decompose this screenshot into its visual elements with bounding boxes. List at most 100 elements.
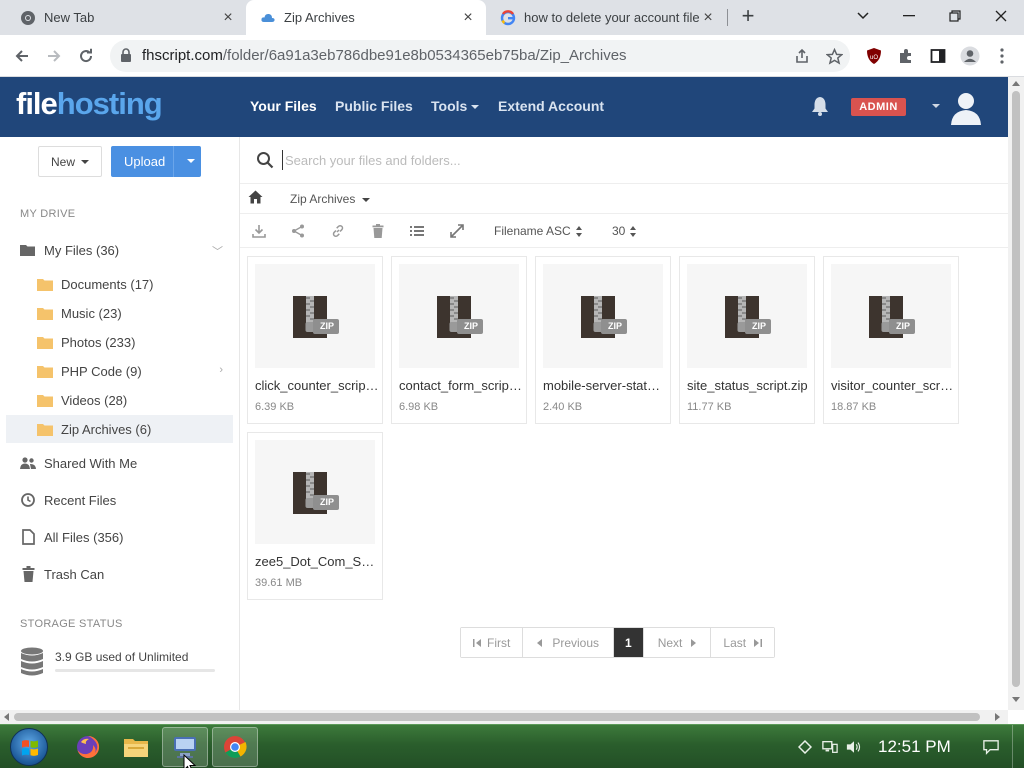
taskbar-file-explorer[interactable]	[113, 727, 159, 767]
file-card[interactable]: ZIP mobile-server-status.zip 2.40 KB	[535, 256, 671, 424]
start-button[interactable]	[10, 728, 48, 766]
upload-dropdown-chevron-icon[interactable]	[187, 159, 195, 163]
nav-your-files[interactable]: Your Files	[250, 98, 317, 114]
forward-button[interactable]	[42, 44, 66, 68]
horizontal-scrollbar[interactable]	[0, 710, 1008, 724]
user-menu-chevron-icon[interactable]	[932, 104, 940, 108]
horizontal-scroll-thumb[interactable]	[14, 713, 980, 721]
file-name[interactable]: visitor_counter_script.zip	[831, 378, 955, 393]
star-icon[interactable]	[824, 46, 844, 66]
volume-icon[interactable]	[846, 739, 862, 755]
network-icon[interactable]	[822, 739, 838, 755]
new-tab-button[interactable]: +	[737, 5, 759, 28]
avatar[interactable]	[950, 91, 982, 130]
site-logo[interactable]: filehosting	[16, 86, 163, 122]
tray-expand-icon[interactable]	[797, 739, 813, 755]
sidebar-item-my-files[interactable]: My Files (36) ﹀	[6, 236, 233, 264]
sidebar-item-documents[interactable]: Documents (17)	[6, 270, 233, 298]
sidebar-item-music[interactable]: Music (23)	[6, 299, 233, 327]
chevron-right-icon[interactable]: ›	[219, 364, 223, 376]
tab-search-chevron-icon[interactable]	[851, 5, 875, 27]
nav-public-files[interactable]: Public Files	[335, 98, 413, 114]
file-card[interactable]: ZIP click_counter_script.zip 6.39 KB	[247, 256, 383, 424]
sidebar-item-label: All Files (356)	[44, 529, 124, 545]
file-name[interactable]: site_status_script.zip	[687, 378, 811, 393]
minimize-button[interactable]	[897, 5, 921, 27]
restore-button[interactable]	[943, 5, 967, 27]
per-page-select[interactable]: 30	[612, 224, 637, 238]
sidebar-item-zip-archives[interactable]: Zip Archives (6)	[6, 415, 233, 443]
sidebar-item-shared-with-me[interactable]: Shared With Me	[6, 449, 233, 477]
scroll-left-arrow-icon[interactable]	[4, 713, 9, 721]
reload-button[interactable]	[74, 44, 98, 68]
fullscreen-icon[interactable]	[449, 223, 465, 239]
file-card[interactable]: ZIP site_status_script.zip 11.77 KB	[679, 256, 815, 424]
file-thumbnail[interactable]: ZIP	[255, 440, 375, 544]
sidebar-item-photos[interactable]: Photos (233)	[6, 328, 233, 356]
puzzle-icon[interactable]	[894, 44, 918, 68]
file-name[interactable]: mobile-server-status.zip	[543, 378, 667, 393]
scroll-right-arrow-icon[interactable]	[995, 713, 1000, 721]
share-icon[interactable]	[290, 223, 306, 239]
upload-button[interactable]: Upload	[111, 146, 201, 177]
close-icon[interactable]: ×	[700, 9, 716, 26]
browser-tab-bar: New Tab × Zip Archives × how to delete y…	[0, 0, 1024, 35]
close-icon[interactable]: ×	[460, 9, 476, 26]
show-desktop-button[interactable]	[1012, 725, 1024, 768]
tab-new-tab[interactable]: New Tab ×	[6, 0, 246, 35]
nav-extend-account[interactable]: Extend Account	[498, 98, 604, 114]
pager-next-button[interactable]: Next	[643, 628, 712, 657]
file-name[interactable]: zee5_Dot_Com_Script.zip	[255, 554, 379, 569]
address-bar[interactable]: fhscript.com/folder/6a91a3eb786dbe91e8b0…	[110, 40, 850, 72]
sidebar-item-recent-files[interactable]: Recent Files	[6, 486, 233, 514]
breadcrumb-current-folder[interactable]: Zip Archives	[290, 192, 371, 206]
pager-last-button[interactable]: Last	[711, 628, 775, 657]
file-name[interactable]: click_counter_script.zip	[255, 378, 379, 393]
nav-tools[interactable]: Tools	[431, 98, 480, 114]
taskbar-firefox[interactable]	[65, 727, 111, 767]
download-icon[interactable]	[251, 223, 267, 239]
tab-zip-archives[interactable]: Zip Archives ×	[246, 0, 486, 35]
pager-first-button[interactable]: First	[461, 628, 524, 657]
file-thumbnail[interactable]: ZIP	[687, 264, 807, 368]
tab-google-search[interactable]: how to delete your account file ×	[486, 0, 726, 35]
file-name[interactable]: contact_form_script.zip	[399, 378, 523, 393]
sort-select[interactable]: Filename ASC	[494, 224, 582, 238]
pager-previous-button[interactable]: Previous	[523, 628, 615, 657]
close-icon[interactable]: ×	[220, 9, 236, 26]
sidebar-item-php-code[interactable]: PHP Code (9) ›	[6, 357, 233, 385]
sidebar-item-videos[interactable]: Videos (28)	[6, 386, 233, 414]
file-thumbnail[interactable]: ZIP	[255, 264, 375, 368]
taskbar-chrome[interactable]	[212, 727, 258, 767]
file-thumbnail[interactable]: ZIP	[831, 264, 951, 368]
chevron-down-icon[interactable]: ﹀	[212, 243, 223, 259]
file-card[interactable]: ZIP zee5_Dot_Com_Script.zip 39.61 MB	[247, 432, 383, 600]
taskbar-clock[interactable]: 12:51 PM	[878, 737, 951, 757]
sidebar-item-trash-can[interactable]: Trash Can	[6, 560, 233, 588]
link-icon[interactable]	[330, 223, 346, 239]
bell-icon[interactable]	[810, 95, 830, 122]
sidebar-item-all-files[interactable]: All Files (356)	[6, 523, 233, 551]
trash-icon[interactable]	[370, 223, 386, 239]
scroll-down-arrow-icon[interactable]	[1012, 697, 1020, 702]
search-input[interactable]	[282, 150, 642, 170]
file-thumbnail[interactable]: ZIP	[543, 264, 663, 368]
scroll-up-arrow-icon[interactable]	[1012, 81, 1020, 86]
file-thumbnail[interactable]: ZIP	[399, 264, 519, 368]
vertical-scroll-thumb[interactable]	[1012, 91, 1020, 687]
side-panel-icon[interactable]	[926, 44, 950, 68]
share-icon[interactable]	[792, 46, 812, 66]
vertical-scrollbar[interactable]	[1008, 77, 1024, 710]
file-card[interactable]: ZIP contact_form_script.zip 6.98 KB	[391, 256, 527, 424]
list-view-icon[interactable]	[409, 223, 425, 239]
home-icon[interactable]	[248, 190, 263, 209]
notification-icon[interactable]	[983, 739, 999, 755]
file-card[interactable]: ZIP visitor_counter_script.zip 18.87 KB	[823, 256, 959, 424]
profile-icon[interactable]	[958, 44, 982, 68]
ublock-icon[interactable]: uO	[862, 44, 886, 68]
menu-dots-icon[interactable]	[990, 44, 1014, 68]
pager-current-page[interactable]: 1	[614, 628, 644, 657]
back-button[interactable]	[10, 44, 34, 68]
close-window-button[interactable]	[989, 5, 1013, 27]
new-button[interactable]: New	[38, 146, 102, 177]
